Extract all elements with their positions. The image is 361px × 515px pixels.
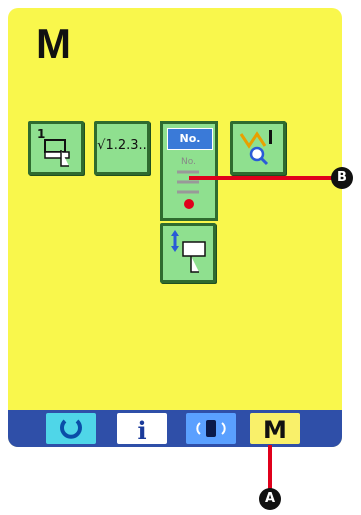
- bottom-bar: i M: [8, 410, 342, 447]
- reset-button[interactable]: [46, 413, 96, 444]
- sewing-machine-icon: 1: [37, 127, 70, 167]
- counter-button[interactable]: √1.2.3..: [94, 121, 150, 175]
- counter-label: √1.2.3..: [97, 138, 147, 153]
- cycle-arrows-icon: No.: [177, 157, 199, 209]
- sewing-1-button[interactable]: 1: [28, 121, 84, 175]
- info-button[interactable]: i: [117, 413, 167, 445]
- svg-text:No.: No.: [181, 157, 196, 167]
- callout-marker-a: A: [259, 488, 281, 510]
- svg-text:1: 1: [37, 127, 45, 141]
- feed-hand-icon: [171, 230, 206, 273]
- info-icon: i: [137, 416, 147, 445]
- reset-icon: [60, 419, 82, 439]
- mode-button[interactable]: M: [250, 413, 300, 444]
- communication-icon: [196, 420, 226, 437]
- screen-title: M: [36, 20, 71, 67]
- pattern-check-button[interactable]: [230, 121, 286, 175]
- main-panel: M 1 √1.2.3.. No. No. i M: [8, 8, 342, 447]
- no-cycle-button[interactable]: No. No.: [160, 121, 218, 221]
- callout-marker-b: B: [331, 167, 353, 189]
- feed-button[interactable]: [160, 223, 216, 283]
- communication-button[interactable]: [186, 413, 236, 444]
- no-cycle-top-label: No.: [167, 128, 213, 150]
- zigzag-magnify-icon: [239, 130, 272, 166]
- mode-label: M: [263, 416, 287, 444]
